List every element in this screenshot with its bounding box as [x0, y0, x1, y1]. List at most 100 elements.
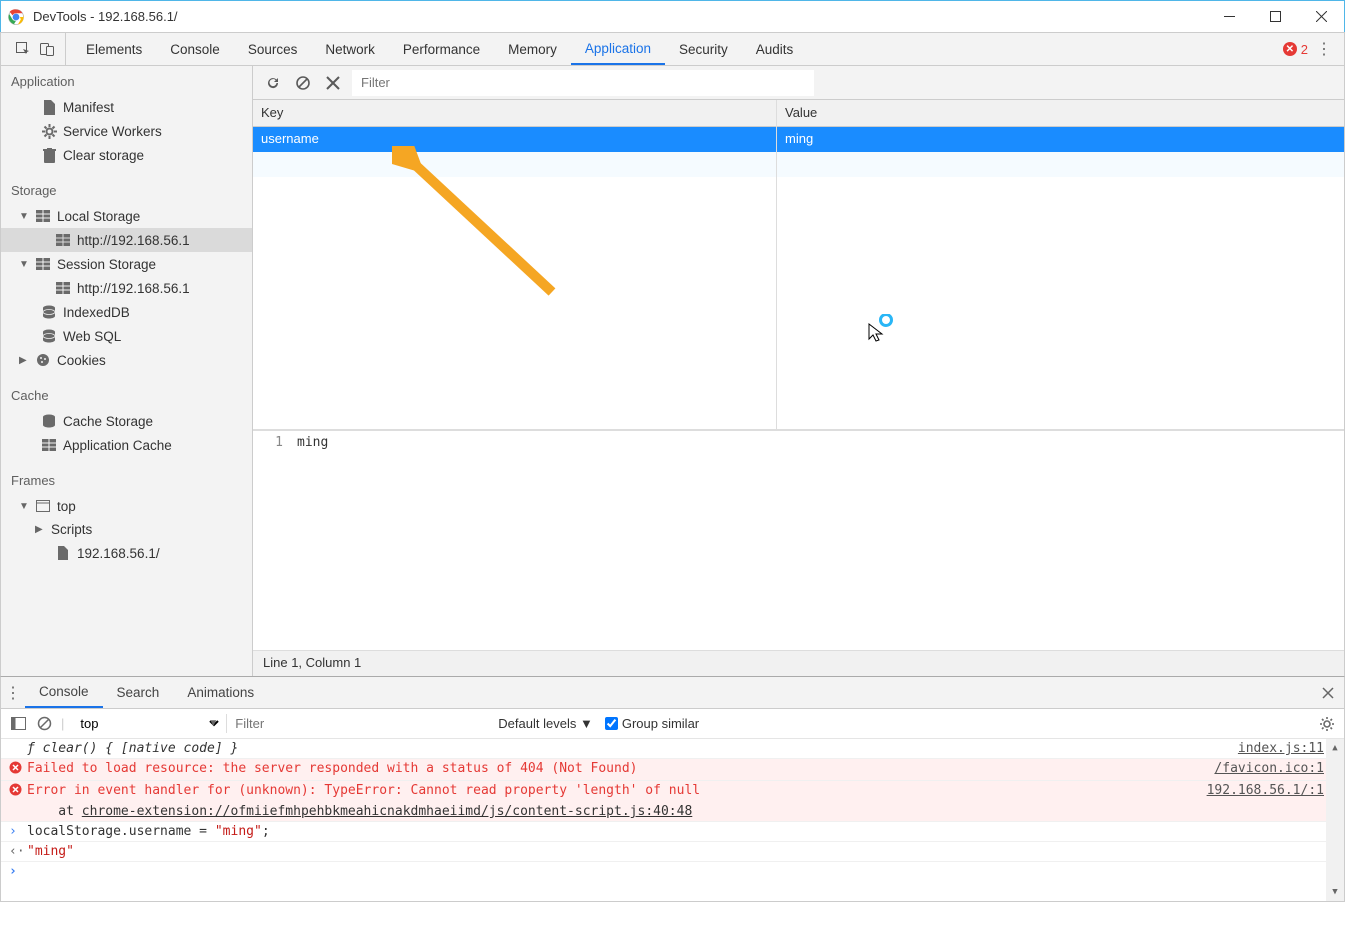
sidebar-group-cache: Cache [1, 382, 252, 409]
sidebar-item-cookies[interactable]: ▶Cookies [1, 348, 252, 372]
toggle-device-icon[interactable] [37, 39, 57, 59]
document-icon [55, 545, 71, 561]
line-number: 1 [253, 431, 293, 650]
tab-audits[interactable]: Audits [742, 33, 808, 65]
error-count: 2 [1301, 42, 1308, 57]
sidebar-item-scripts[interactable]: ▶Scripts [1, 518, 252, 541]
gear-icon [41, 123, 57, 139]
error-icon: ✕ [1283, 42, 1297, 56]
sidebar-item-session-storage-origin[interactable]: http://192.168.56.1 [1, 276, 252, 300]
group-similar-checkbox[interactable]: Group similar [605, 716, 699, 731]
console-filter-input[interactable] [226, 714, 486, 733]
sidebar-item-indexeddb[interactable]: IndexedDB [1, 300, 252, 324]
clear-icon[interactable] [293, 73, 313, 93]
console-error-line: Error in event handler for (unknown): Ty… [1, 781, 1344, 802]
chevron-down-icon: ▼ [19, 501, 29, 512]
sidebar-item-frame-page[interactable]: 192.168.56.1/ [1, 541, 252, 565]
sidebar-item-clear-storage[interactable]: Clear storage [1, 143, 252, 167]
refresh-icon[interactable] [263, 73, 283, 93]
editor-status: Line 1, Column 1 [253, 650, 1344, 676]
chevron-right-icon: ▶ [35, 524, 45, 535]
sidebar-item-manifest[interactable]: Manifest [1, 95, 252, 119]
chevron-down-icon: ▼ [19, 211, 29, 222]
sidebar-group-storage: Storage [1, 177, 252, 204]
console-error-trace: at chrome-extension://ofmiiefmhpehbkmeah… [1, 802, 1344, 822]
console-output[interactable]: ƒ clear() { [native code] } index.js:11 … [1, 739, 1344, 901]
error-icon [9, 761, 27, 778]
window-close-button[interactable] [1298, 1, 1344, 32]
console-line: ƒ clear() { [native code] } index.js:11 [1, 739, 1344, 759]
console-toolbar: | top ▼ Default levels ▼ Group similar [1, 709, 1344, 739]
sidebar-item-local-storage-origin[interactable]: http://192.168.56.1 [1, 228, 252, 252]
trash-icon [41, 147, 57, 163]
console-error-line: Failed to load resource: the server resp… [1, 759, 1344, 781]
console-trace-link[interactable]: chrome-extension://ofmiiefmhpehbkmeahicn… [82, 804, 692, 819]
delete-icon[interactable] [323, 73, 343, 93]
window-titlebar: DevTools - 192.168.56.1/ [0, 0, 1345, 32]
database-icon [41, 328, 57, 344]
table-header-key[interactable]: Key [253, 100, 776, 127]
chevron-right-icon: ▶ [19, 355, 29, 366]
value-preview: 1 ming [253, 430, 1344, 650]
grid-icon [35, 256, 51, 272]
drawer-tab-console[interactable]: Console [25, 677, 103, 708]
storage-content: Key username Value ming 1 ming Line 1, C… [253, 66, 1344, 676]
drawer-close-icon[interactable] [1312, 677, 1344, 708]
window-minimize-button[interactable] [1206, 1, 1252, 32]
console-source-link[interactable]: /favicon.ico:1 [1214, 761, 1336, 778]
grid-icon [41, 437, 57, 453]
table-header-value[interactable]: Value [777, 100, 1344, 127]
cookie-icon [35, 352, 51, 368]
drawer-menu-icon[interactable]: ⋮ [1, 677, 25, 708]
console-settings-icon[interactable] [1318, 715, 1336, 733]
storage-table: Key username Value ming [253, 100, 1344, 430]
tab-performance[interactable]: Performance [389, 33, 494, 65]
console-prompt[interactable]: › [1, 862, 1344, 881]
scrollbar[interactable]: ▲▼ [1326, 739, 1344, 901]
drawer-tab-animations[interactable]: Animations [173, 677, 268, 708]
sidebar-item-websql[interactable]: Web SQL [1, 324, 252, 348]
sidebar-group-application: Application [1, 68, 252, 95]
sidebar-item-application-cache[interactable]: Application Cache [1, 433, 252, 457]
table-row[interactable] [777, 152, 1344, 177]
clear-console-icon[interactable] [35, 715, 53, 733]
tab-memory[interactable]: Memory [494, 33, 571, 65]
console-source-link[interactable]: index.js:11 [1238, 741, 1336, 756]
database-icon [41, 413, 57, 429]
more-menu-icon[interactable]: ⋮ [1314, 39, 1334, 59]
error-count-badge[interactable]: ✕ 2 [1283, 42, 1308, 57]
sidebar-item-cache-storage[interactable]: Cache Storage [1, 409, 252, 433]
console-levels-select[interactable]: Default levels ▼ [494, 716, 597, 731]
sidebar-group-frames: Frames [1, 467, 252, 494]
storage-filter-input[interactable] [353, 71, 813, 95]
table-cell-key[interactable]: username [253, 127, 776, 152]
document-icon [41, 99, 57, 115]
tab-application[interactable]: Application [571, 33, 665, 65]
console-return-line: ‹· "ming" [1, 842, 1344, 862]
show-console-sidebar-icon[interactable] [9, 715, 27, 733]
inspect-element-icon[interactable] [13, 39, 33, 59]
sidebar-item-local-storage[interactable]: ▼Local Storage [1, 204, 252, 228]
tab-security[interactable]: Security [665, 33, 742, 65]
tab-network[interactable]: Network [311, 33, 389, 65]
window-maximize-button[interactable] [1252, 1, 1298, 32]
tab-console[interactable]: Console [156, 33, 234, 65]
tab-elements[interactable]: Elements [72, 33, 156, 65]
console-source-link[interactable]: 192.168.56.1/:1 [1207, 783, 1336, 800]
storage-toolbar [253, 66, 1344, 100]
error-icon [9, 783, 27, 800]
application-sidebar: Application Manifest Service Workers Cle… [1, 66, 253, 676]
database-icon [41, 304, 57, 320]
drawer-tab-search[interactable]: Search [103, 677, 174, 708]
sidebar-item-session-storage[interactable]: ▼Session Storage [1, 252, 252, 276]
preview-text[interactable]: ming [293, 431, 1344, 650]
table-cell-value[interactable]: ming [777, 127, 1344, 152]
grid-icon [35, 208, 51, 224]
table-row[interactable] [253, 152, 776, 177]
console-context-select[interactable]: top [72, 713, 222, 734]
devtools-tabstrip: Elements Console Sources Network Perform… [0, 32, 1345, 66]
tab-sources[interactable]: Sources [234, 33, 312, 65]
sidebar-item-service-workers[interactable]: Service Workers [1, 119, 252, 143]
grid-icon [55, 280, 71, 296]
sidebar-item-top-frame[interactable]: ▼top [1, 494, 252, 518]
